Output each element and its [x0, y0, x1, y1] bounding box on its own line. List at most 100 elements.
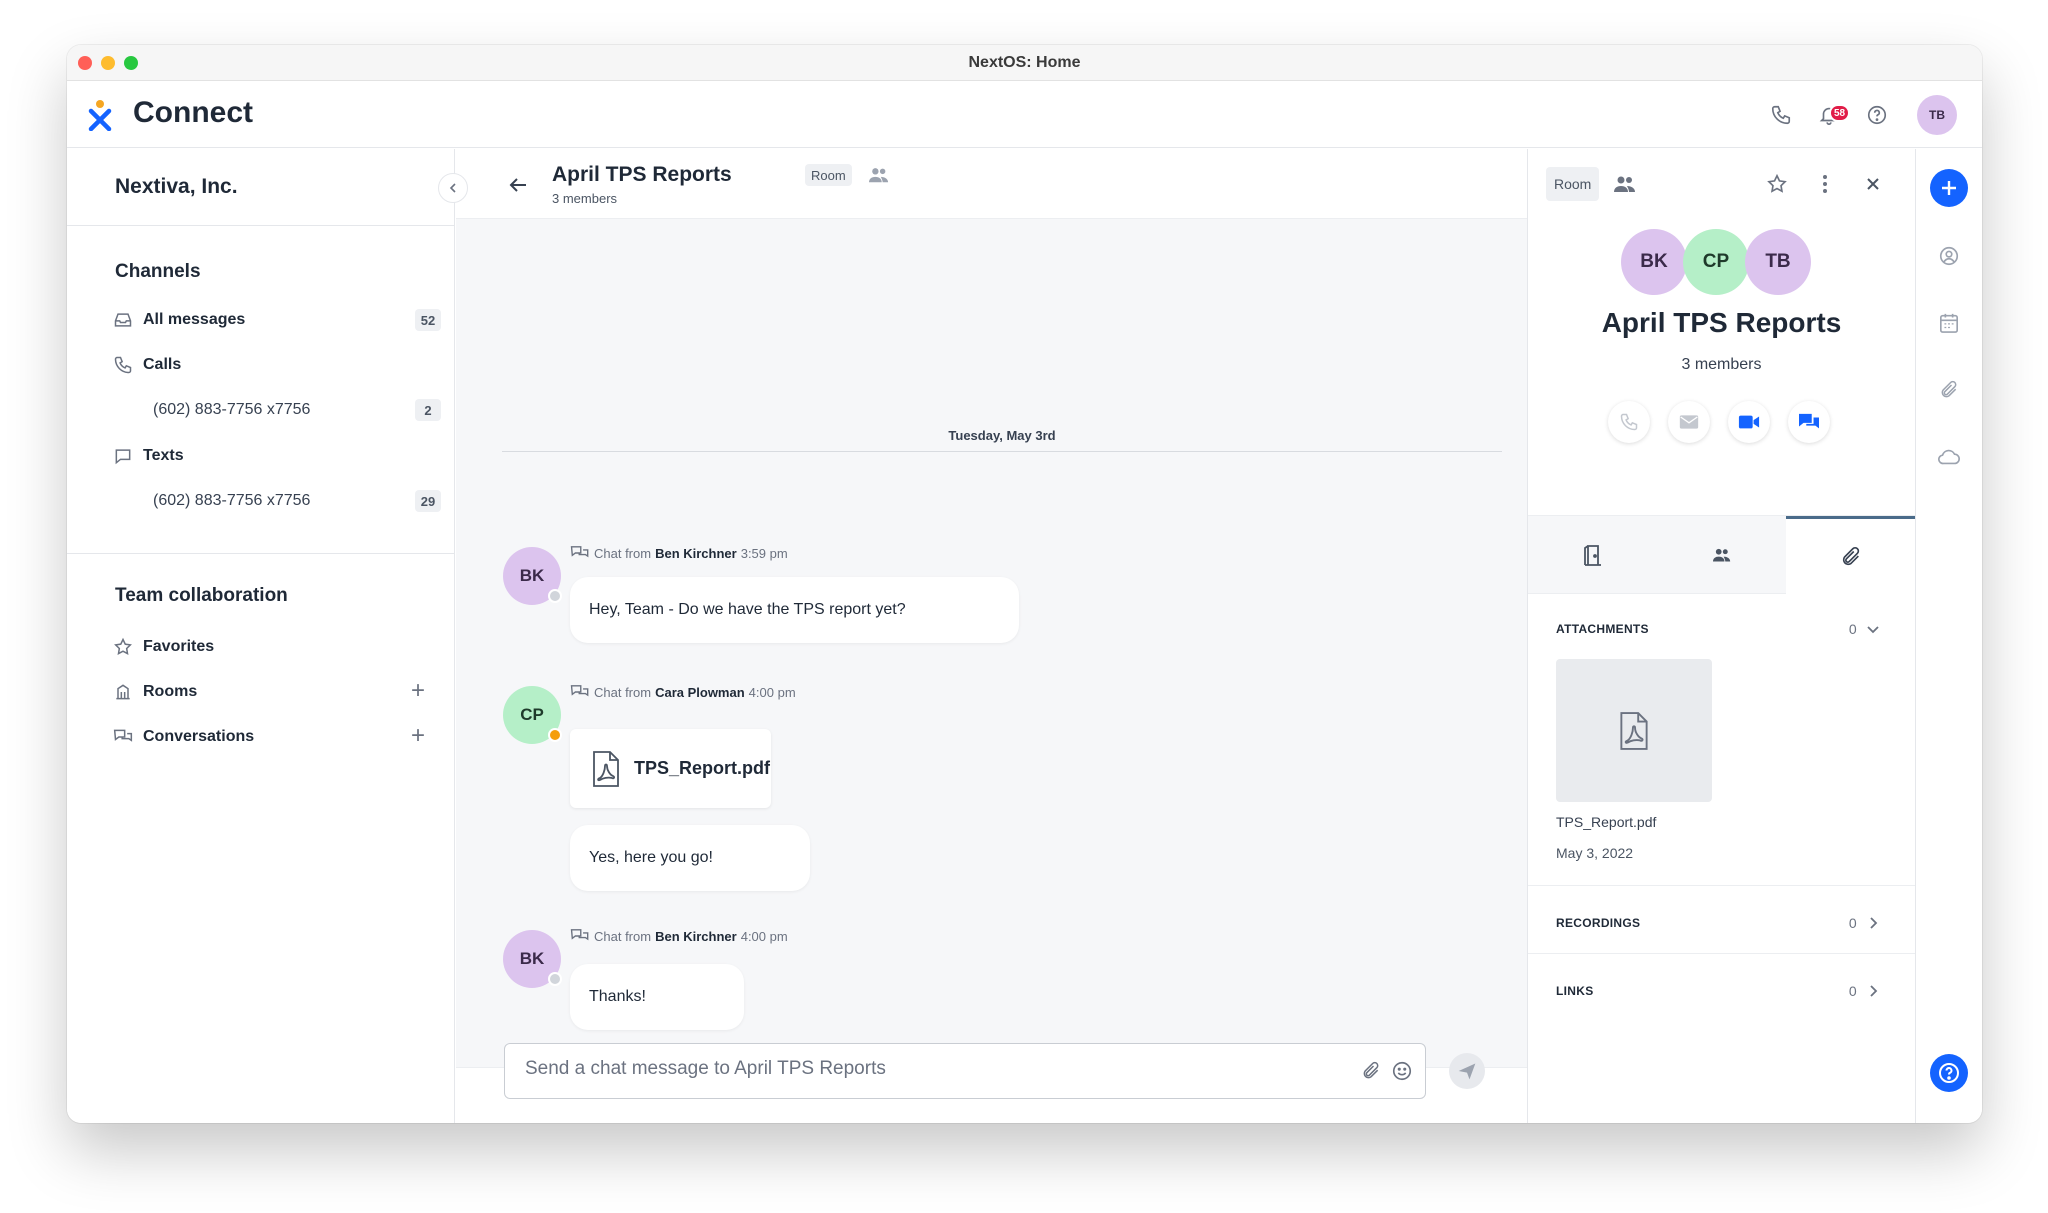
app-name: Connect: [133, 96, 253, 129]
paperclip-icon[interactable]: [1361, 1060, 1381, 1087]
sidebar-item-texts-number[interactable]: (602) 883-7756 x7756 29: [153, 486, 441, 516]
channels-heading: Channels: [115, 261, 201, 282]
chat-icon: [570, 929, 589, 941]
details-title: April TPS Reports: [1601, 307, 1842, 338]
sidebar-item-all-messages[interactable]: All messages 52: [111, 305, 441, 335]
contact-icon: [1939, 246, 1959, 266]
help-button[interactable]: [1930, 1054, 1968, 1092]
chat-bubble-icon: [111, 444, 135, 468]
pdf-file-icon: [1620, 711, 1648, 750]
room-tag: Room: [805, 164, 852, 186]
emoji-icon[interactable]: [1391, 1060, 1413, 1087]
send-icon: [1458, 1063, 1476, 1080]
building-icon: [111, 680, 135, 704]
avatar[interactable]: CP: [503, 686, 562, 744]
avatar[interactable]: BK: [503, 930, 562, 988]
file-attachment-card[interactable]: TPS_Report.pdf: [570, 729, 771, 808]
window-title: NextOS: Home: [968, 54, 1081, 71]
contacts-button[interactable]: [1930, 237, 1968, 275]
add-room-button[interactable]: +: [411, 679, 425, 703]
chat-header: April TPS Reports Room 3 members: [456, 149, 1527, 219]
file-name: TPS_Report.pdf: [634, 758, 771, 778]
sidebar-item-rooms[interactable]: Rooms +: [111, 677, 441, 707]
more-options-icon[interactable]: [1812, 171, 1838, 197]
attachments-section-header[interactable]: ATTACHMENTS 0: [1556, 617, 1887, 641]
phone-icon[interactable]: [1767, 101, 1795, 129]
attachment-name[interactable]: TPS_Report.pdf: [1556, 814, 1656, 830]
new-item-button[interactable]: [1930, 169, 1968, 207]
member-avatar[interactable]: TB: [1745, 229, 1811, 295]
phone-number-label: (602) 883-7756 x7756: [153, 401, 311, 418]
tab-attachments[interactable]: [1786, 516, 1915, 594]
members-icon[interactable]: [868, 165, 890, 190]
recordings-section-header[interactable]: RECORDINGS 0: [1556, 911, 1887, 935]
sidebar-item-texts[interactable]: Texts: [111, 441, 441, 471]
recordings-count: 0: [1848, 915, 1857, 931]
video-call-button[interactable]: [1728, 401, 1770, 443]
phone-number-label: (602) 883-7756 x7756: [153, 492, 311, 509]
paperclip-icon: [1842, 546, 1859, 565]
member-avatar[interactable]: BK: [1621, 229, 1687, 295]
links-section-header[interactable]: LINKS 0: [1556, 979, 1887, 1003]
close-icon[interactable]: [1860, 171, 1886, 197]
add-conversation-button[interactable]: +: [411, 724, 425, 748]
details-tabs: [1528, 515, 1915, 594]
message-text: Yes, here you go!: [589, 849, 713, 866]
call-button[interactable]: [1608, 401, 1650, 443]
tab-members[interactable]: [1657, 516, 1786, 594]
envelope-icon: [1679, 415, 1699, 429]
help-icon[interactable]: [1863, 101, 1891, 129]
email-button[interactable]: [1668, 401, 1710, 443]
unread-count: 52: [415, 309, 441, 331]
room-tag-label: Room: [1554, 176, 1592, 192]
back-arrow-icon[interactable]: [506, 173, 530, 197]
avatar[interactable]: BK: [503, 547, 562, 605]
app-window: NextOS: Home Connect 58 TB Nextiva, Inc.…: [67, 45, 1982, 1123]
app-header: Connect: [67, 81, 1982, 148]
members-icon[interactable]: [1612, 171, 1638, 197]
collapse-sidebar-button[interactable]: [438, 173, 468, 203]
chat-icon: [570, 685, 589, 697]
attachments-button[interactable]: [1930, 371, 1968, 409]
avatar-initials: CP: [520, 705, 544, 724]
composer: Send a chat message to April TPS Reports: [456, 1043, 1527, 1123]
inbox-icon: [111, 308, 135, 332]
chat-message-input[interactable]: Send a chat message to April TPS Reports: [504, 1043, 1426, 1099]
send-button[interactable]: [1449, 1053, 1485, 1089]
sidebar-item-conversations[interactable]: Conversations +: [111, 722, 441, 752]
sidebar-item-label: Texts: [143, 447, 184, 464]
room-tag: Room: [1546, 167, 1600, 201]
cloud-icon: [1938, 449, 1960, 465]
sidebar-item-label: Favorites: [143, 638, 215, 655]
date-separator: Tuesday, May 3rd: [502, 427, 1502, 452]
sidebar-item-calls[interactable]: Calls: [111, 350, 441, 380]
chat-button[interactable]: [1788, 401, 1830, 443]
sidebar-item-favorites[interactable]: Favorites: [111, 632, 441, 662]
chat-panel: April TPS Reports Room 3 members Tuesday…: [456, 149, 1527, 1123]
chat-member-count: 3 members: [552, 191, 618, 206]
sidebar-item-calls-number[interactable]: (602) 883-7756 x7756 2: [153, 395, 441, 425]
tab-room-info[interactable]: [1528, 516, 1657, 594]
message-time: 4:00 pm: [740, 928, 788, 944]
attachments-count: 0: [1848, 621, 1857, 637]
team-collaboration-heading: Team collaboration: [115, 585, 288, 606]
calendar-button[interactable]: [1930, 304, 1968, 342]
chevron-right-icon: [1870, 985, 1878, 997]
user-avatar[interactable]: TB: [1917, 95, 1957, 135]
message-prefix: Chat from: [594, 684, 652, 700]
message-bubble: Yes, here you go!: [570, 825, 810, 891]
unread-count: 29: [415, 490, 441, 512]
org-name: Nextiva, Inc.: [115, 175, 238, 198]
phone-icon: [111, 353, 135, 377]
presence-dot: [548, 589, 562, 603]
message-text: Hey, Team - Do we have the TPS report ye…: [589, 601, 906, 618]
member-avatar[interactable]: CP: [1683, 229, 1749, 295]
star-icon[interactable]: [1764, 171, 1790, 197]
sidebar: Nextiva, Inc. Channels All messages 52 C…: [67, 149, 455, 1123]
phone-icon: [1620, 413, 1638, 431]
attachment-thumbnail[interactable]: [1556, 659, 1712, 802]
calendar-icon: [1940, 313, 1958, 333]
sidebar-item-label: Calls: [143, 356, 182, 373]
cloud-button[interactable]: [1930, 438, 1968, 476]
attachment-date: May 3, 2022: [1556, 845, 1634, 861]
